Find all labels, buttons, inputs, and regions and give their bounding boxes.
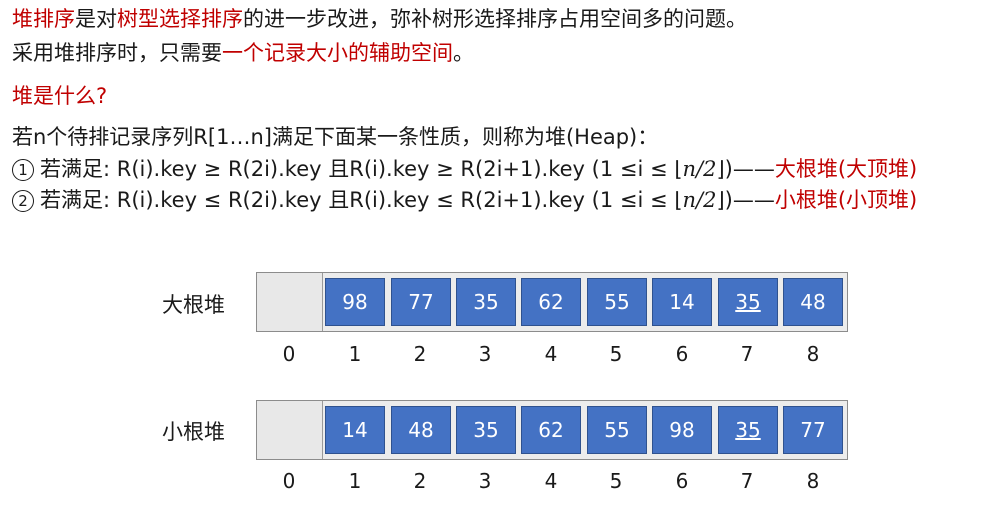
condition-text: 若满足: R(i).key ≥ R(2i).key 且R(i).key ≥ R(… bbox=[40, 157, 683, 181]
array-cell: 62 bbox=[521, 278, 581, 326]
array-index: 2 bbox=[413, 342, 427, 366]
array-cell: 77 bbox=[391, 278, 451, 326]
max-heap-array: 98 77 35 62 55 14 35 48 bbox=[256, 272, 848, 332]
array-index: 6 bbox=[675, 342, 689, 366]
array-slot-0 bbox=[257, 401, 323, 459]
array-index: 2 bbox=[413, 469, 427, 493]
array-index: 5 bbox=[609, 342, 623, 366]
array-cell-underlined: 35 bbox=[718, 278, 778, 326]
intro-line-2: 采用堆排序时，只需要一个记录大小的辅助空间。 bbox=[12, 40, 474, 66]
condition-tail: ⌋)—— bbox=[716, 157, 775, 181]
term-heap-sort: 堆排序 bbox=[12, 7, 75, 31]
array-index: 7 bbox=[740, 342, 754, 366]
condition-2: 2 若满足: R(i).key ≤ R(2i).key 且R(i).key ≤ R… bbox=[12, 187, 917, 213]
math-n-over-2: n/2 bbox=[682, 157, 717, 181]
array-cell: 55 bbox=[587, 406, 647, 454]
circle-number-1: 1 bbox=[12, 159, 34, 181]
array-index: 4 bbox=[544, 469, 558, 493]
array-cell: 14 bbox=[325, 406, 385, 454]
array-index: 0 bbox=[282, 469, 296, 493]
array-cell: 55 bbox=[587, 278, 647, 326]
array-cell: 14 bbox=[652, 278, 712, 326]
math-n-over-2: n/2 bbox=[682, 188, 717, 212]
array-slot-0 bbox=[257, 273, 323, 331]
array-index: 3 bbox=[478, 342, 492, 366]
array-index: 3 bbox=[478, 469, 492, 493]
min-heap-array: 14 48 35 62 55 98 35 77 bbox=[256, 400, 848, 460]
intro-text: 。 bbox=[453, 41, 474, 65]
max-heap-label: 大根堆 bbox=[162, 293, 225, 317]
array-cell: 98 bbox=[325, 278, 385, 326]
array-cell: 35 bbox=[456, 278, 516, 326]
array-index: 1 bbox=[348, 342, 362, 366]
array-index: 4 bbox=[544, 342, 558, 366]
term-aux-space: 一个记录大小的辅助空间 bbox=[222, 41, 453, 65]
term-tree-selection-sort: 树型选择排序 bbox=[117, 7, 243, 31]
array-cell: 48 bbox=[391, 406, 451, 454]
intro-text: 的进一步改进，弥补树形选择排序占用空间多的问题。 bbox=[243, 7, 747, 31]
term-max-heap: 大根堆(大顶堆) bbox=[774, 157, 918, 181]
heap-question: 堆是什么? bbox=[12, 84, 108, 108]
array-cell: 77 bbox=[783, 406, 843, 454]
array-cell: 48 bbox=[783, 278, 843, 326]
array-index: 8 bbox=[806, 342, 820, 366]
array-cell: 98 bbox=[652, 406, 712, 454]
condition-tail: ⌋)—— bbox=[716, 188, 775, 212]
array-index: 8 bbox=[806, 469, 820, 493]
min-heap-label: 小根堆 bbox=[162, 420, 225, 444]
definition-text: 若n个待排记录序列R[1…n]满足下面某一条性质，则称为堆(Heap)： bbox=[12, 125, 659, 149]
array-index: 7 bbox=[740, 469, 754, 493]
condition-text: 若满足: R(i).key ≤ R(2i).key 且R(i).key ≤ R(… bbox=[40, 188, 683, 212]
term-min-heap: 小根堆(小顶堆) bbox=[774, 188, 918, 212]
array-index: 6 bbox=[675, 469, 689, 493]
array-cell-underlined: 35 bbox=[718, 406, 778, 454]
condition-1: 1 若满足: R(i).key ≥ R(2i).key 且R(i).key ≥ R… bbox=[12, 156, 917, 182]
intro-text: 采用堆排序时，只需要 bbox=[12, 41, 222, 65]
intro-text: 是对 bbox=[75, 7, 117, 31]
array-index: 1 bbox=[348, 469, 362, 493]
array-index: 0 bbox=[282, 342, 296, 366]
circle-number-2: 2 bbox=[12, 190, 34, 212]
array-cell: 62 bbox=[521, 406, 581, 454]
array-cell: 35 bbox=[456, 406, 516, 454]
array-index: 5 bbox=[609, 469, 623, 493]
intro-line-1: 堆排序是对树型选择排序的进一步改进，弥补树形选择排序占用空间多的问题。 bbox=[12, 6, 747, 32]
